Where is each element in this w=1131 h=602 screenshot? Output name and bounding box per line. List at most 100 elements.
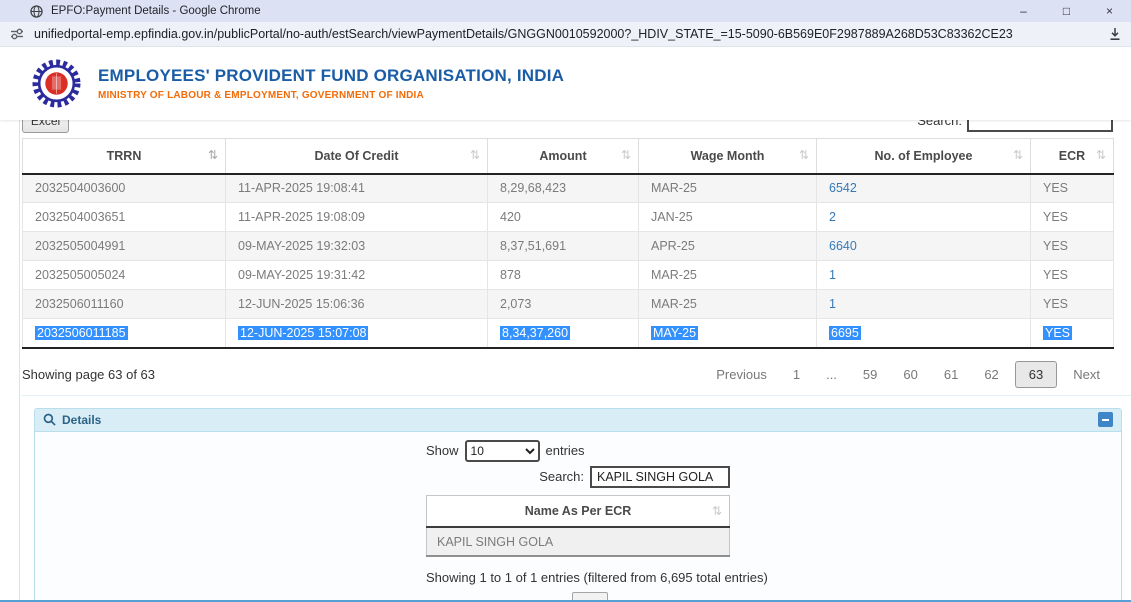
date-of-credit-value: 09-MAY-2025 19:31:42 bbox=[238, 268, 366, 282]
url-text[interactable]: unifiedportal-emp.epfindia.gov.in/public… bbox=[34, 27, 1102, 41]
details-search-input[interactable] bbox=[590, 465, 730, 488]
date-of-credit-value: 09-MAY-2025 19:32:03 bbox=[238, 239, 366, 253]
page-button-60[interactable]: 60 bbox=[890, 362, 930, 387]
amount-value: 2,073 bbox=[500, 297, 532, 311]
payments-footer: Showing page 63 of 63 Previous 1 ... 59 … bbox=[22, 360, 1113, 388]
minus-icon bbox=[1102, 418, 1109, 421]
column-header-trrn[interactable]: TRRN ⇅ bbox=[22, 138, 226, 175]
page-content: Excel Search: TRRN ⇅ Date Of Credit ⇅ Amou… bbox=[19, 120, 1131, 602]
employee-count-link[interactable]: 1 bbox=[829, 297, 836, 311]
page-button-1[interactable]: 1 bbox=[780, 362, 813, 387]
table-row: KAPIL SINGH GOLA bbox=[426, 526, 730, 557]
sort-icon[interactable]: ⇅ bbox=[208, 148, 218, 162]
trrn-value: 2032505004991 bbox=[35, 239, 126, 253]
wage-month-value: JAN-25 bbox=[651, 210, 693, 224]
date-of-credit-value: 11-APR-2025 19:08:41 bbox=[238, 181, 365, 196]
page-button-63-active[interactable]: 63 bbox=[1014, 360, 1058, 388]
ecr-value: YES bbox=[1043, 268, 1069, 282]
amount-value: 878 bbox=[500, 268, 521, 282]
ecr-value: YES bbox=[1043, 181, 1069, 196]
employee-count-link[interactable]: 6640 bbox=[829, 239, 857, 253]
column-header-amount[interactable]: Amount ⇅ bbox=[487, 138, 639, 175]
maximize-button[interactable]: □ bbox=[1045, 0, 1088, 22]
site-header-text: EMPLOYEES' PROVIDENT FUND ORGANISATION, … bbox=[98, 66, 564, 101]
ecr-value: YES bbox=[1043, 239, 1069, 253]
sort-icon[interactable]: ⇅ bbox=[712, 504, 722, 518]
epfo-logo-icon bbox=[32, 59, 81, 108]
column-header-name-as-per-ecr[interactable]: Name As Per ECR ⇅ bbox=[426, 494, 730, 528]
collapse-panel-button[interactable] bbox=[1098, 412, 1113, 427]
globe-icon bbox=[30, 4, 43, 18]
entries-label: entries bbox=[545, 443, 585, 458]
excel-export-button[interactable]: Excel bbox=[22, 120, 69, 133]
sort-icon[interactable]: ⇅ bbox=[621, 148, 631, 162]
window-controls: – □ × bbox=[1002, 0, 1131, 22]
employee-count-link[interactable]: 6695 bbox=[829, 325, 861, 340]
wage-month-value: MAR-25 bbox=[651, 297, 697, 311]
details-status: Showing 1 to 1 of 1 entries (filtered fr… bbox=[426, 570, 768, 585]
window-title: EPFO:Payment Details - Google Chrome bbox=[51, 5, 261, 17]
show-entries-control: Show 10 entries bbox=[426, 439, 730, 462]
sort-icon[interactable]: ⇅ bbox=[1096, 148, 1106, 162]
details-search-label: Search: bbox=[539, 469, 584, 484]
trrn-value: 2032506011160 bbox=[35, 297, 124, 311]
amount-value: 8,34,37,260 bbox=[500, 325, 571, 340]
payments-header-row: TRRN ⇅ Date Of Credit ⇅ Amount ⇅ Wage Month… bbox=[22, 138, 1114, 175]
show-label: Show bbox=[426, 443, 459, 458]
table-row-selected: 2032506011185 12-JUN-2025 15:07:08 8,34,… bbox=[22, 318, 1114, 349]
page-button-59[interactable]: 59 bbox=[850, 362, 890, 387]
page-ellipsis: ... bbox=[826, 366, 837, 382]
next-page-button[interactable]: Next bbox=[1060, 362, 1113, 387]
table-row: 2032504003651 11-APR-2025 19:08:09 420 J… bbox=[22, 202, 1114, 232]
payments-search: Search: bbox=[917, 120, 1113, 137]
table-row: 2032506011160 12-JUN-2025 15:06:36 2,073… bbox=[22, 289, 1114, 319]
table-row: 2032504003600 11-APR-2025 19:08:41 8,29,… bbox=[22, 173, 1114, 203]
column-header-ecr[interactable]: ECR ⇅ bbox=[1030, 138, 1114, 175]
ecr-value: YES bbox=[1043, 297, 1069, 311]
page-button-61[interactable]: 61 bbox=[931, 362, 971, 387]
wage-month-value: MAY-25 bbox=[651, 325, 699, 340]
page-status: Showing page 63 of 63 bbox=[22, 366, 155, 382]
close-button[interactable]: × bbox=[1088, 0, 1131, 22]
download-icon[interactable] bbox=[1108, 27, 1122, 41]
ministry-line: MINISTRY OF LABOUR & EMPLOYMENT, GOVERNM… bbox=[98, 90, 424, 101]
column-header-wage-month[interactable]: Wage Month ⇅ bbox=[638, 138, 817, 175]
sort-icon[interactable]: ⇅ bbox=[799, 148, 809, 162]
trrn-value: 2032505005024 bbox=[35, 268, 126, 282]
previous-page-button[interactable]: Previous bbox=[703, 362, 780, 387]
ecr-value: YES bbox=[1043, 210, 1069, 224]
trrn-value: 2032506011185 bbox=[35, 325, 128, 340]
employee-count-link[interactable]: 2 bbox=[829, 210, 836, 224]
amount-value: 8,37,51,691 bbox=[500, 239, 567, 253]
payments-table: TRRN ⇅ Date Of Credit ⇅ Amount ⇅ Wage Month… bbox=[22, 138, 1114, 349]
ecr-name-value: KAPIL SINGH GOLA bbox=[437, 534, 554, 549]
details-panel-header[interactable]: Details bbox=[35, 408, 1121, 432]
url-bar: unifiedportal-emp.epfindia.gov.in/public… bbox=[0, 22, 1131, 47]
table-row: 2032505005024 09-MAY-2025 19:31:42 878 M… bbox=[22, 260, 1114, 290]
sort-icon[interactable]: ⇅ bbox=[470, 148, 480, 162]
wage-month-value: APR-25 bbox=[651, 239, 695, 253]
employee-count-link[interactable]: 6542 bbox=[829, 181, 857, 195]
entries-per-page-select[interactable]: 10 bbox=[464, 439, 540, 462]
payments-pagination: Previous 1 ... 59 60 61 62 63 Next bbox=[703, 360, 1113, 388]
column-header-date-of-credit[interactable]: Date Of Credit ⇅ bbox=[225, 138, 488, 175]
column-header-no-of-employee[interactable]: No. of Employee ⇅ bbox=[816, 138, 1031, 175]
ecr-value: YES bbox=[1043, 325, 1073, 340]
table-row: 2032505004991 09-MAY-2025 19:32:03 8,37,… bbox=[22, 231, 1114, 261]
site-settings-icon[interactable] bbox=[9, 26, 25, 42]
employee-count-link[interactable]: 1 bbox=[829, 268, 836, 282]
payments-search-input[interactable] bbox=[967, 120, 1113, 132]
details-search: Search: bbox=[426, 465, 730, 488]
names-header-row: Name As Per ECR ⇅ bbox=[426, 494, 730, 528]
details-title: Details bbox=[62, 412, 102, 427]
payments-search-label: Search: bbox=[917, 120, 962, 128]
page-button-62[interactable]: 62 bbox=[971, 362, 1011, 387]
details-panel: Details Show 10 entries Search: KAPIL SI… bbox=[34, 407, 1122, 602]
wage-month-value: MAR-25 bbox=[651, 181, 697, 196]
sort-icon[interactable]: ⇅ bbox=[1013, 148, 1023, 162]
names-table: Name As Per ECR ⇅ KAPIL SINGH GOLA bbox=[426, 494, 730, 557]
minimize-button[interactable]: – bbox=[1002, 0, 1045, 22]
date-of-credit-value: 12-JUN-2025 15:07:08 bbox=[238, 325, 369, 340]
amount-value: 8,29,68,423 bbox=[500, 181, 567, 196]
org-name: EMPLOYEES' PROVIDENT FUND ORGANISATION, … bbox=[98, 66, 565, 85]
